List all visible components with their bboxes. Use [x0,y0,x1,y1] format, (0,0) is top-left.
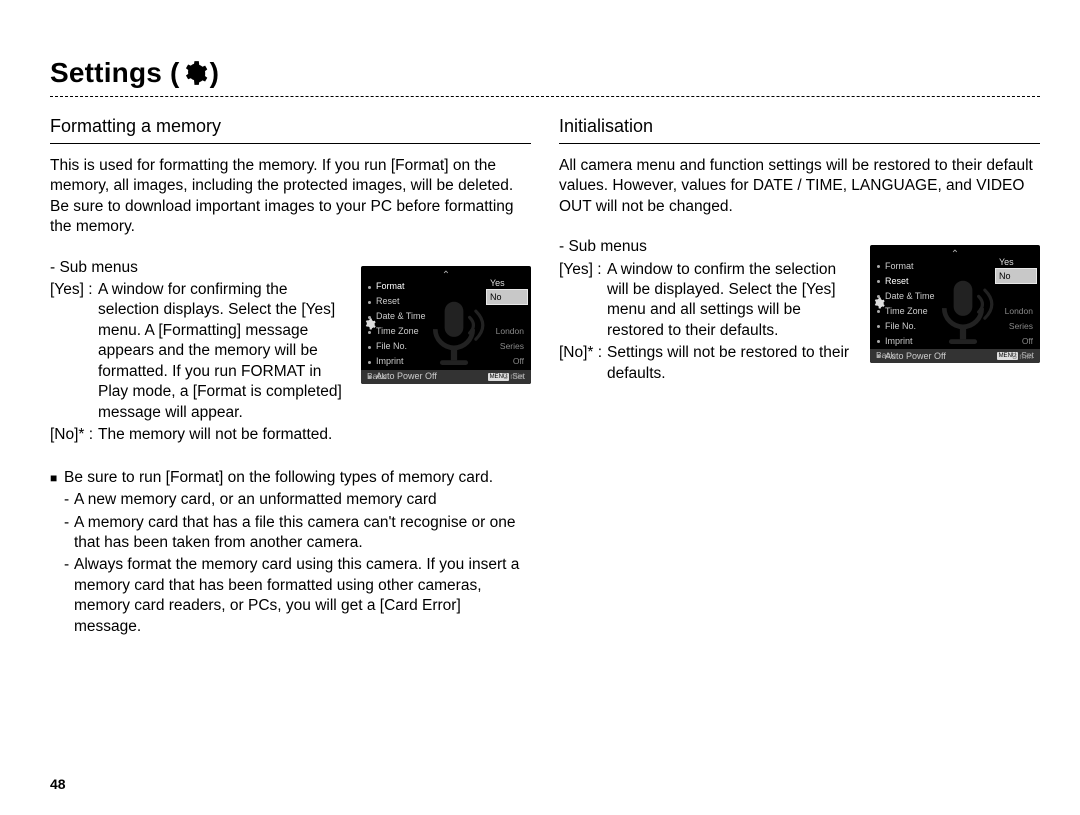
square-bullet-icon: ■ [50,468,64,488]
no-description: Settings will not be restored to their d… [607,343,860,384]
menu-item-imprint: ImprintOff [874,334,1036,349]
menu-item-imprint: ImprintOff [365,355,527,370]
no-tag: [No]* : [559,343,607,384]
yes-no-popup: Yes No [487,276,527,304]
menu-item-datetime: Date & Time [365,310,527,325]
yes-description: A window for confirming the selection di… [98,280,351,423]
page-title-row: Settings ( ) [50,55,1040,97]
section-heading-initialisation: Initialisation [559,115,1040,144]
page-title-suffix: ) [210,55,220,92]
formatting-intro: This is used for formatting the memory. … [50,156,531,238]
no-option-row: [No]* : Settings will not be restored to… [559,343,860,384]
popup-yes: Yes [996,255,1036,269]
menu-item-timezone: Time ZoneLondon [874,304,1036,319]
note-item: -A memory card that has a file this came… [64,513,531,554]
menu-item-autopower: Auto Power Off3 min [365,370,527,384]
yes-description: A window to confirm the selection will b… [607,260,860,342]
yes-option-row: [Yes] : A window for confirming the sele… [50,280,351,423]
note-item: -Always format the memory card using thi… [64,555,531,637]
popup-yes: Yes [487,276,527,290]
section-heading-formatting: Formatting a memory [50,115,531,144]
camera-screenshot-reset: ⌃ Format Reset Date & Time Time ZoneLond… [870,245,1040,363]
yes-tag: [Yes] : [559,260,607,342]
menu-item-fileno: File No.Series [874,319,1036,334]
initialisation-intro: All camera menu and function settings wi… [559,156,1040,217]
format-notes: ■ Be sure to run [Format] on the followi… [50,468,531,638]
right-column: Initialisation All camera menu and funct… [559,115,1040,639]
yes-option-row: [Yes] : A window to confirm the selectio… [559,260,860,342]
page-number: 48 [50,775,66,793]
sub-menus-label: - Sub menus [559,237,860,257]
menu-item-datetime: Date & Time [874,289,1036,304]
note-item: -A new memory card, or an unformatted me… [64,490,531,510]
gear-icon [364,318,376,330]
menu-item-autopower: Auto Power Off3 min [874,349,1036,363]
menu-item-fileno: File No.Series [365,340,527,355]
left-column: Formatting a memory This is used for for… [50,115,531,639]
gear-icon [182,60,208,86]
no-description: The memory will not be formatted. [98,425,351,445]
notes-lead: Be sure to run [Format] on the following… [64,468,531,488]
yes-no-popup: Yes No [996,255,1036,283]
no-option-row: [No]* : The memory will not be formatted… [50,425,351,445]
menu-item-timezone: Time ZoneLondon [365,325,527,340]
camera-screenshot-format: ⌃ Format Reset Date & Time Time ZoneLond… [361,266,531,384]
sub-menus-label: - Sub menus [50,258,351,278]
gear-icon [873,297,885,309]
popup-no-selected: No [996,269,1036,283]
popup-no-selected: No [487,290,527,304]
page-title-prefix: Settings ( [50,55,180,92]
no-tag: [No]* : [50,425,98,445]
yes-tag: [Yes] : [50,280,98,423]
